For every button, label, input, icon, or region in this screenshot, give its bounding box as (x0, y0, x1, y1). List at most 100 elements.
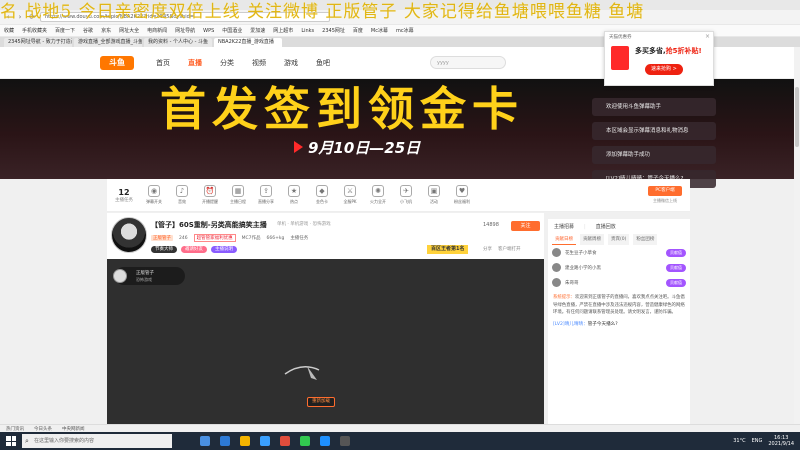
nav-item[interactable]: 分类 (220, 58, 234, 68)
bookmark-item[interactable]: WPS (203, 28, 214, 34)
contribution-badge[interactable]: 贡献值 (666, 278, 686, 287)
browser-tab[interactable]: 游戏直播_全部游戏直播_斗鱼 (74, 38, 142, 47)
bookmark-item[interactable]: 网上超市 (273, 27, 293, 34)
bookmark-item[interactable]: 中国酒业 (222, 27, 242, 34)
nav-item[interactable]: 鱼吧 (316, 58, 330, 68)
task-counter[interactable]: 12 主播任务 (107, 188, 141, 203)
room-category[interactable]: 单机 · 单机游戏 · 恐怖游戏 (277, 221, 331, 227)
toolbar-item[interactable]: ✺ 火力全开 (365, 185, 391, 205)
main-nav: 首页 直播 分类 视频 游戏 鱼吧 (156, 58, 330, 68)
steam-icon[interactable] (340, 436, 350, 446)
bookmark-item[interactable]: 网址大全 (119, 27, 139, 34)
bookmark-item[interactable]: 京东 (101, 27, 111, 34)
weather-temp[interactable]: 31°C (733, 438, 745, 444)
bookmark-item[interactable]: 网址导航 (175, 27, 195, 34)
rank-tab[interactable]: 贵宾(0) (608, 234, 630, 245)
nav-item[interactable]: 首页 (156, 58, 170, 68)
windows-start-icon[interactable] (6, 436, 16, 446)
bookmark-item[interactable]: 百度 (353, 27, 363, 34)
coupon-popup[interactable]: 天猫优惠券 × 多买多省,抢5折补贴! 速来抢购 > (604, 31, 714, 86)
recruit-tab[interactable]: 主播招募 (554, 223, 574, 230)
wechat-icon[interactable] (300, 436, 310, 446)
nav-item[interactable]: 游戏 (284, 58, 298, 68)
open-client-link[interactable]: 客户端打开 (498, 246, 521, 252)
page-scrollbar[interactable] (794, 47, 800, 424)
toolbar-item[interactable]: ⇪ 直播分享 (253, 185, 279, 205)
toolbar-item[interactable]: ▣ 活动 (421, 185, 447, 205)
clock[interactable]: 16:13 2021/9/14 (768, 435, 794, 447)
edge-icon[interactable] (220, 436, 230, 446)
nav-item[interactable]: 直播 (188, 58, 202, 68)
qq-icon[interactable] (320, 436, 330, 446)
bookmark-item[interactable]: Mc冰幕 (371, 27, 388, 34)
status-item[interactable]: 今日头条 (34, 426, 52, 432)
contribution-badge[interactable]: 贡献值 (666, 248, 686, 257)
address-bar[interactable]: https://www.douyu.com/topic/NBA2K22?rid=… (40, 12, 330, 22)
bookmark-item[interactable]: Links (301, 28, 314, 34)
browser-tab[interactable]: 我的资料 - 个人中心 - 斗鱼 (144, 38, 212, 47)
status-item[interactable]: 中央网新闻 (62, 426, 85, 432)
follow-button[interactable]: 关注 (511, 221, 540, 231)
room-pill[interactable]: 节奏大师 (151, 246, 177, 253)
bookmark-item[interactable]: 爱加速 (250, 27, 265, 34)
forward-icon[interactable]: › (16, 13, 24, 21)
rank-tab[interactable]: 贡献周榜 (580, 234, 604, 245)
toolbar-item[interactable]: ✈ 小飞机 (393, 185, 419, 205)
share-actions: 分享 客户端打开 (483, 246, 521, 252)
toolbar-item[interactable]: ▦ 主播日程 (225, 185, 251, 205)
folder-icon[interactable] (240, 436, 250, 446)
toolbar-icon: ✈ (400, 185, 412, 197)
nav-item[interactable]: 视频 (252, 58, 266, 68)
room-pill[interactable]: 主播说明 (211, 246, 237, 253)
rank-badge[interactable]: 百区王者第1名 (427, 245, 469, 254)
bookmark-item[interactable]: 谷歌 (83, 27, 93, 34)
bookmark-item[interactable]: 收藏 (4, 27, 14, 34)
taskbar-search-input[interactable]: 在这里输入你要搜索的内容 (22, 434, 172, 448)
toolbar-label: 小飞机 (400, 199, 412, 204)
taskbar-apps (200, 436, 350, 446)
app-icon[interactable] (280, 436, 290, 446)
store-icon[interactable] (260, 436, 270, 446)
scrollbar-thumb[interactable] (795, 87, 799, 147)
toolbar-icon: ✺ (372, 185, 384, 197)
streamer-name[interactable]: 正版管子 (151, 235, 173, 241)
refresh-icon[interactable]: ⟳ (28, 13, 36, 21)
pc-client-button[interactable]: PC客户端 (648, 186, 682, 196)
meta-item: 666+kg (266, 235, 285, 241)
douyu-logo[interactable]: 斗鱼 (100, 55, 134, 70)
toolbar-item[interactable]: ◆ 金色卡 (309, 185, 335, 205)
status-item[interactable]: 热门资讯 (6, 426, 24, 432)
toolbar-item[interactable]: ◉ 弹幕开关 (141, 185, 167, 205)
browser-tab[interactable]: 2345网址导航 - 致力于打造百 (4, 38, 72, 47)
bookmark-item[interactable]: 电商新闻 (147, 27, 167, 34)
popup-grab-button[interactable]: 速来抢购 > (645, 64, 683, 75)
back-icon[interactable]: ‹ (4, 13, 12, 21)
task-view-icon[interactable] (200, 436, 210, 446)
language-indicator[interactable]: ENG (752, 438, 763, 444)
toolbar-item[interactable]: ♥ 粉丝福利 (449, 185, 475, 205)
search-input[interactable]: yyyy (430, 56, 506, 69)
room-pill[interactable]: 邀请好友 (181, 246, 207, 253)
share-link[interactable]: 分享 (483, 246, 492, 252)
video-player[interactable]: 正版管子 恐怖游戏 重新加载 (107, 259, 544, 424)
streamer-avatar[interactable] (111, 217, 147, 253)
toolbar-item[interactable]: ⚔ 全服PK (337, 185, 363, 205)
bookmark-item[interactable]: 2345网址 (322, 27, 345, 34)
toolbar-item[interactable]: ⏰ 开播提醒 (197, 185, 223, 205)
bookmark-item[interactable]: 百度一下 (55, 27, 75, 34)
rank-row[interactable]: 建业路小学的小黑 贡献值 (548, 260, 690, 275)
bookmark-item[interactable]: 手机收藏夹 (22, 27, 47, 34)
toolbar-item[interactable]: ♪ 音效 (169, 185, 195, 205)
rank-row[interactable]: 花生豆子小草食 贡献值 (548, 245, 690, 260)
contribution-badge[interactable]: 贡献值 (666, 263, 686, 272)
rank-tab[interactable]: 粉丝团榜 (633, 234, 658, 245)
reload-button[interactable]: 重新加载 (307, 397, 335, 407)
client-download[interactable]: PC客户端 主播微信上线 (648, 186, 682, 204)
close-icon[interactable]: × (705, 33, 710, 40)
rank-row[interactable]: 朱哥哥 贡献值 (548, 275, 690, 290)
replay-tab[interactable]: 直播回放 (596, 223, 616, 230)
bookmark-item[interactable]: mc冰幕 (396, 27, 414, 34)
toolbar-item[interactable]: ★ 热点 (281, 185, 307, 205)
rank-tab[interactable]: 贡献日榜 (552, 234, 576, 245)
browser-tab[interactable]: NBA2K22直播_游戏直播 (214, 38, 282, 47)
